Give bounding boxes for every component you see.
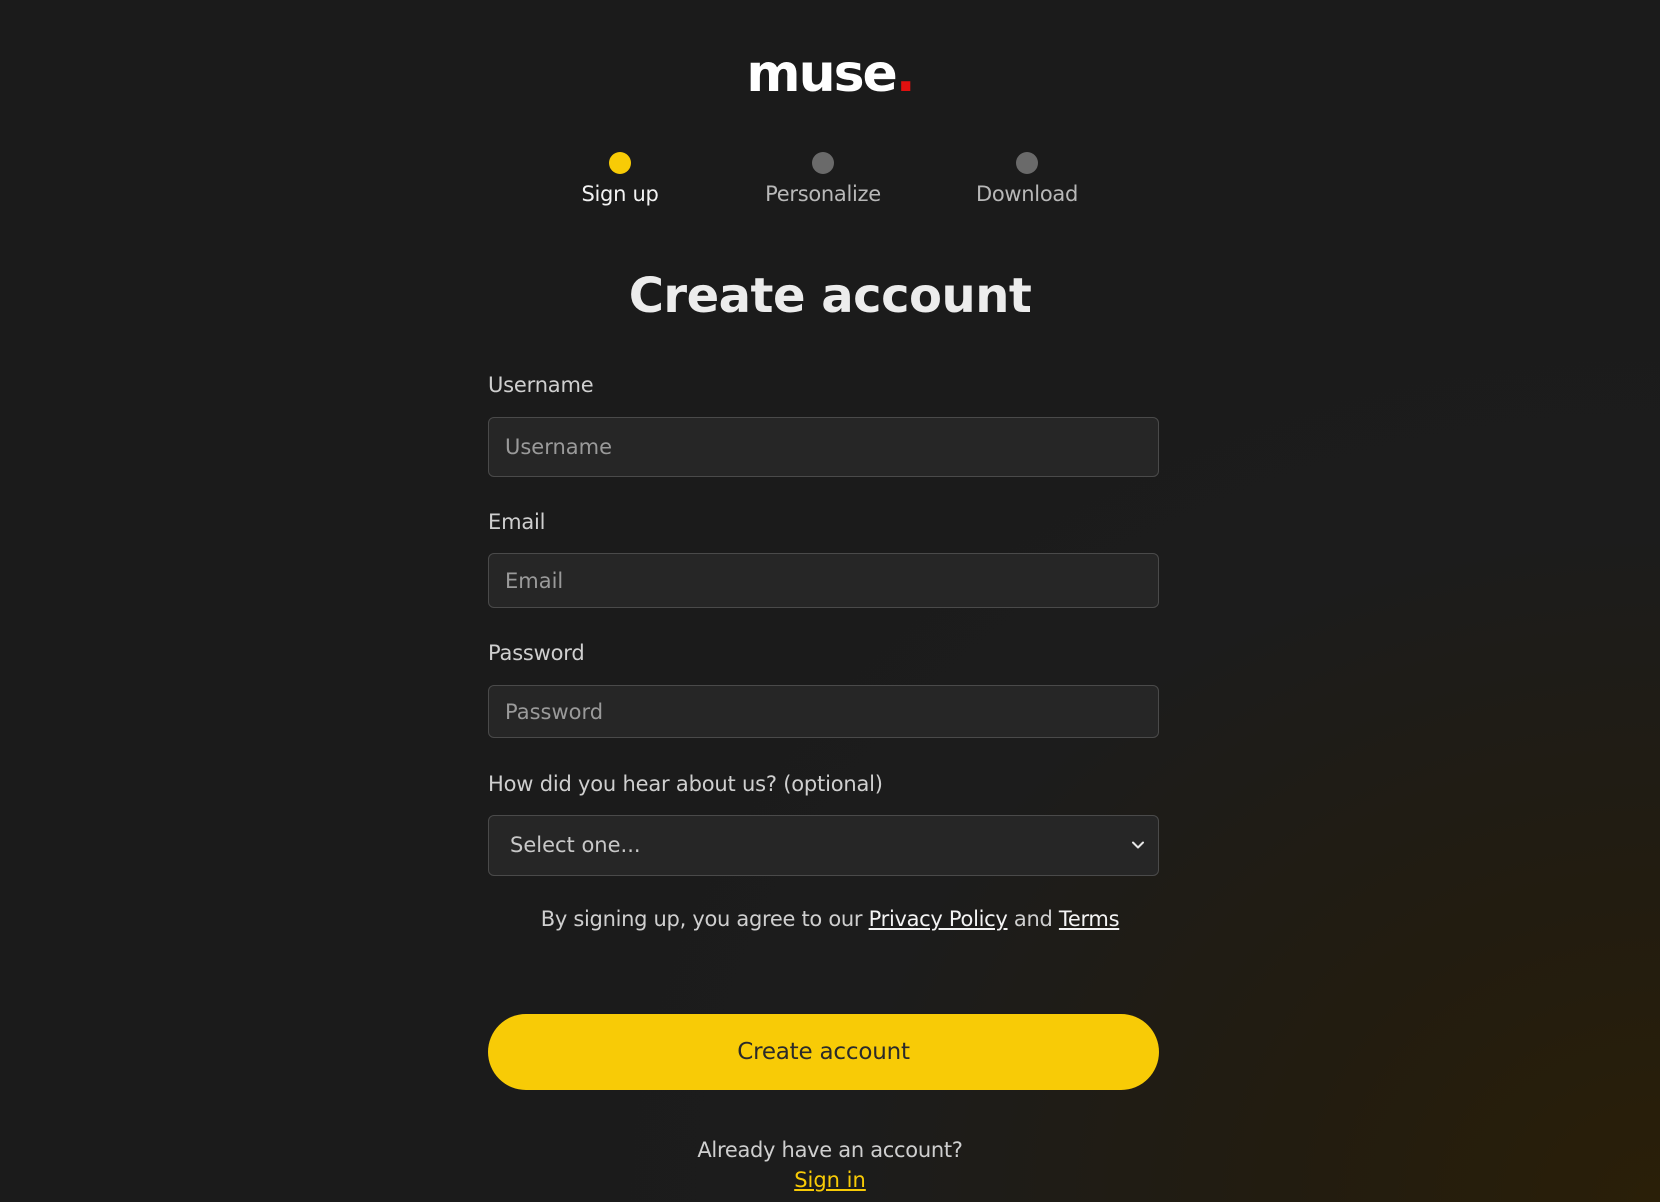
create-account-button[interactable]: Create account: [488, 1014, 1159, 1090]
step-sign-up: Sign up: [530, 150, 710, 206]
referral-label: How did you hear about us? (optional): [488, 772, 883, 796]
email-input[interactable]: [488, 553, 1159, 608]
consent-conjunction: and: [1007, 907, 1059, 931]
username-input[interactable]: [488, 417, 1159, 477]
step-label: Sign up: [581, 182, 659, 206]
step-label: Download: [976, 182, 1078, 206]
sign-in-link[interactable]: Sign in: [794, 1168, 866, 1192]
password-label: Password: [488, 641, 585, 665]
privacy-policy-link[interactable]: Privacy Policy: [869, 907, 1008, 931]
logo-wordmark: muse: [746, 44, 897, 104]
step-indicator-dot: [1016, 152, 1038, 174]
already-have-account-text: Already have an account?: [697, 1138, 963, 1162]
logo-dot: .: [895, 44, 916, 104]
signin-container: Sign in: [0, 1168, 1660, 1192]
signup-progress-steps: Sign up Personalize Download: [0, 150, 1660, 220]
terms-link[interactable]: Terms: [1059, 907, 1120, 931]
referral-select-value: Select one...: [510, 833, 641, 857]
password-input[interactable]: [488, 685, 1159, 738]
email-label: Email: [488, 510, 546, 534]
step-indicator-dot-active: [609, 152, 631, 174]
terms-consent: By signing up, you agree to our Privacy …: [0, 907, 1660, 931]
consent-prefix: By signing up, you agree to our: [540, 907, 869, 931]
page-title: Create account: [628, 268, 1032, 324]
username-label: Username: [488, 373, 594, 397]
step-indicator-dot: [812, 152, 834, 174]
referral-select[interactable]: Select one...: [488, 815, 1159, 876]
step-download: Download: [937, 150, 1117, 206]
chevron-down-icon: [1132, 841, 1144, 849]
step-personalize: Personalize: [733, 150, 913, 206]
step-label: Personalize: [765, 182, 881, 206]
muse-logo: muse.: [0, 44, 1660, 104]
